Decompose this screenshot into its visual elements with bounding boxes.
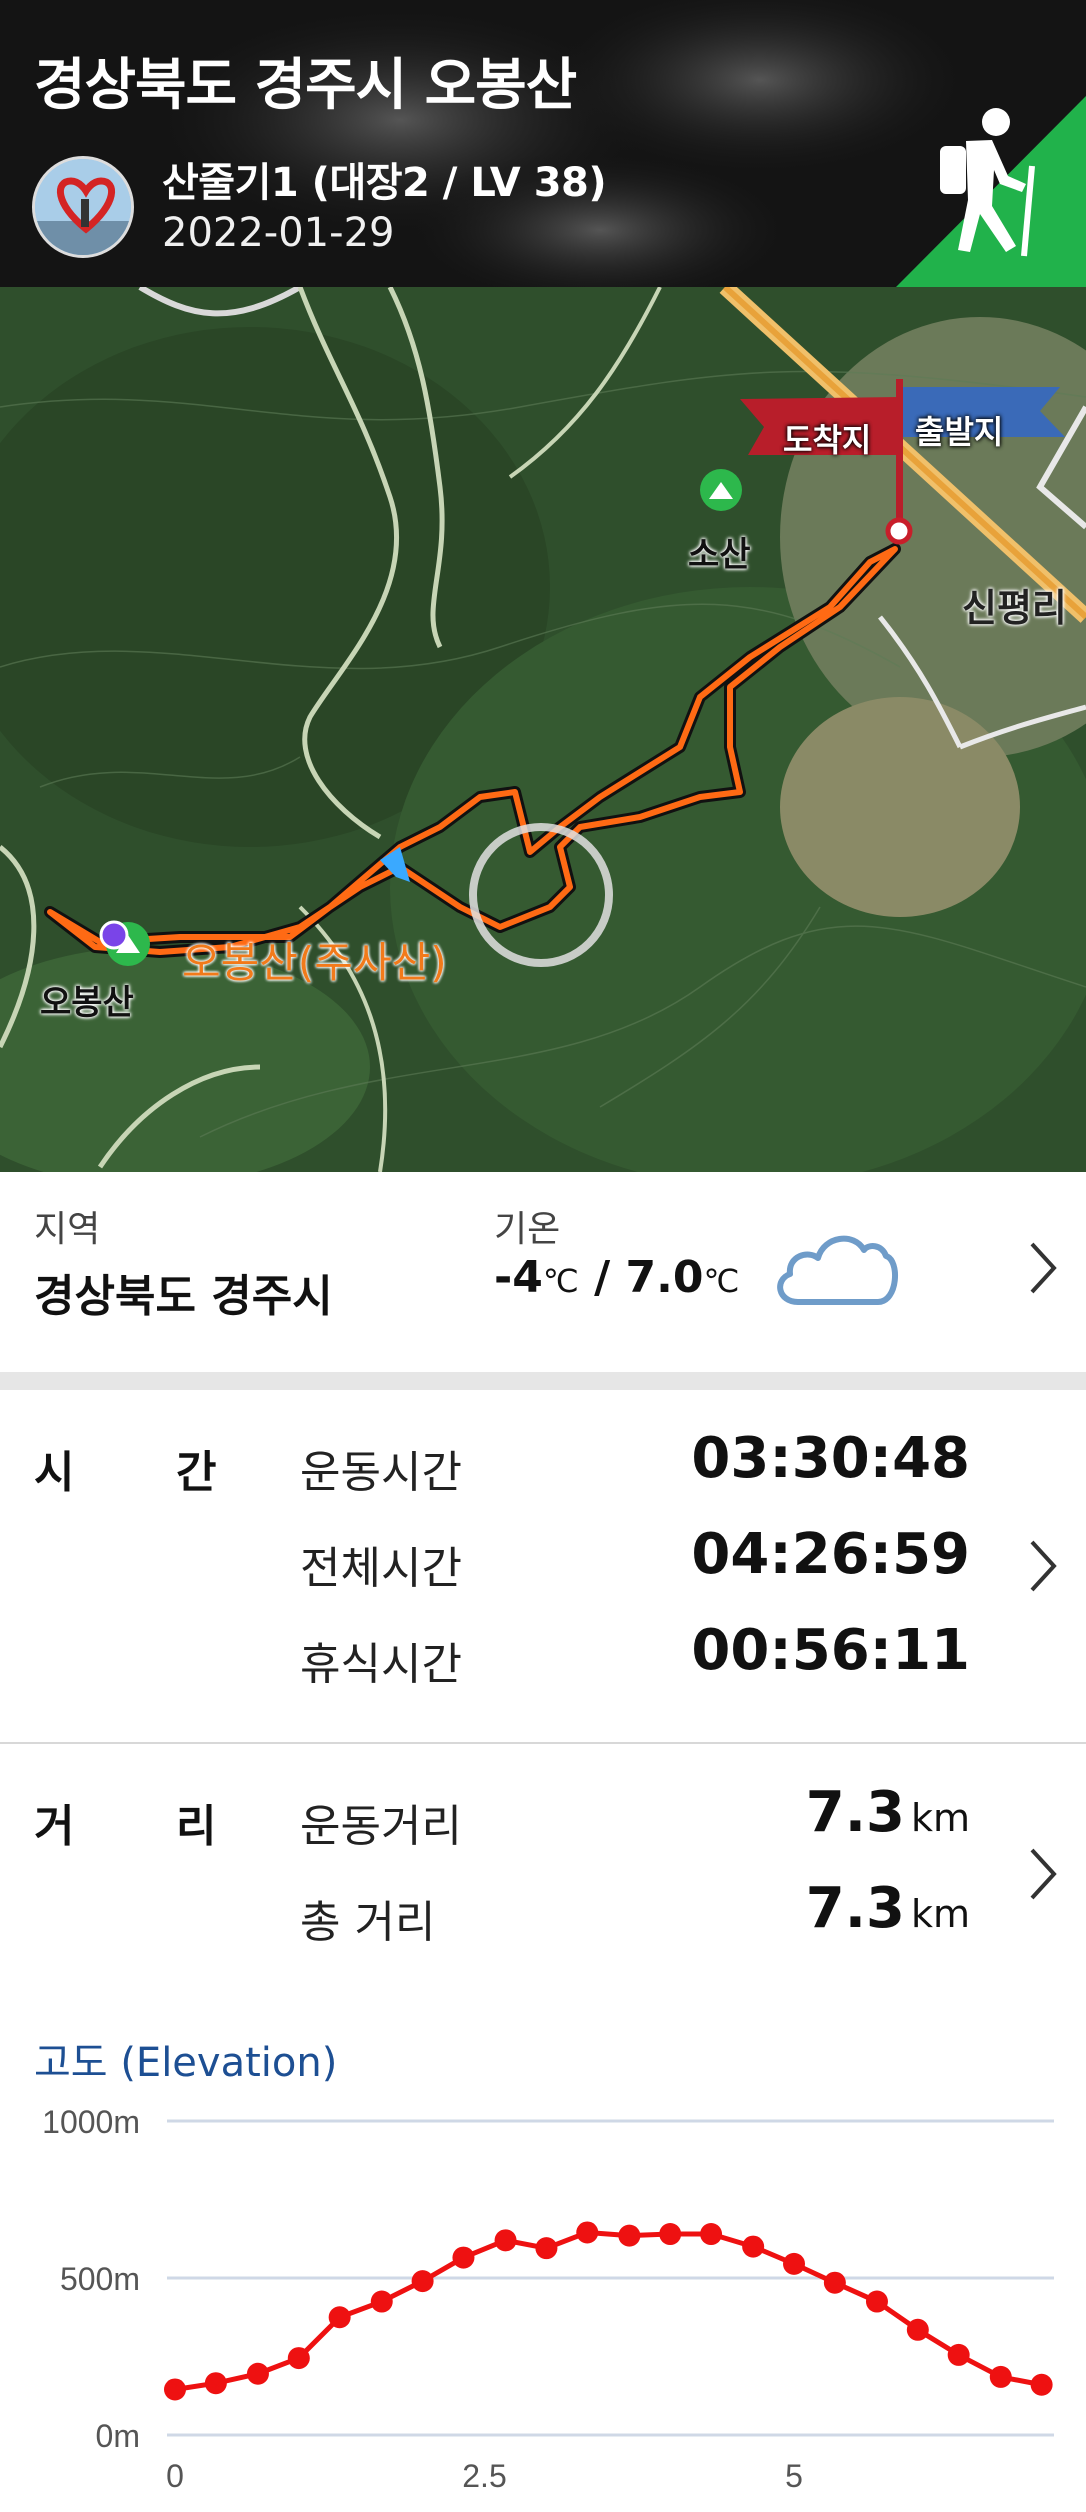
elevation-point <box>947 2343 970 2366</box>
avatar[interactable] <box>32 156 134 258</box>
place-label-sosan: 소산 <box>688 535 751 575</box>
place-label-obongsan: 오봉산 <box>40 983 134 1023</box>
x-tick-label: 5 <box>785 2458 803 2494</box>
elevation-title: 고도 (Elevation) <box>34 2040 338 2086</box>
exercise-time-label: 운동시간 <box>300 1447 462 1498</box>
start-flag-label: 출발지 <box>915 413 1004 451</box>
chevron-right-icon[interactable] <box>1022 1536 1062 1596</box>
elevation-point <box>370 2290 393 2313</box>
temperature-high: 7.0 <box>625 1252 704 1303</box>
place-label-sinpyeong: 신평리 <box>962 586 1067 630</box>
rest-time-value: 00:56:11 <box>691 1618 970 1683</box>
elevation-point <box>246 2362 269 2385</box>
temperature-label: 기온 <box>494 1209 561 1250</box>
elevation-point <box>452 2246 475 2269</box>
time-heading-1: 시 <box>34 1447 75 1498</box>
elevation-point <box>494 2229 517 2252</box>
region-value: 경상북도 경주시 <box>34 1271 333 1322</box>
elevation-point <box>783 2252 806 2275</box>
page-title: 경상북도 경주시 오봉산 <box>34 53 577 118</box>
exercise-time-value: 03:30:48 <box>691 1426 970 1491</box>
x-tick-label: 2.5 <box>462 2458 506 2494</box>
total-distance-unit: km <box>910 1892 970 1936</box>
distance-section[interactable]: 거 리 운동거리 7.3 km 총 거리 7.3 km <box>0 1744 1086 2014</box>
chevron-right-icon[interactable] <box>1022 1238 1062 1298</box>
region-label: 지역 <box>34 1209 101 1250</box>
elevation-point <box>576 2221 599 2244</box>
section-divider <box>0 1372 1086 1390</box>
user-name[interactable]: 산줄기1 (대장2 / LV 38) <box>162 150 607 208</box>
elevation-point <box>1030 2373 1053 2396</box>
distance-heading-1: 거 <box>34 1801 75 1852</box>
total-time-label: 전체시간 <box>300 1543 462 1594</box>
temperature-value: -4℃ / 7.0℃ <box>494 1252 740 1303</box>
elevation-point <box>823 2271 846 2294</box>
y-tick-label: 500m <box>60 2261 140 2297</box>
temperature-unit-high: ℃ <box>703 1262 740 1300</box>
chevron-right-icon[interactable] <box>1022 1844 1062 1904</box>
exercise-distance-label: 운동거리 <box>300 1801 462 1852</box>
route-map[interactable]: 도착지 출발지 소산 신평리 오봉산 오봉산(주사산) <box>0 287 1086 1172</box>
elevation-point <box>204 2372 227 2395</box>
exercise-distance-value: 7.3 km <box>806 1780 970 1845</box>
total-distance-number: 7.3 <box>805 1876 905 1941</box>
elevation-point <box>411 2270 434 2293</box>
hike-header: 경상북도 경주시 오봉산 산줄기1 (대장2 / LV 38) 2022-01-… <box>0 0 1086 287</box>
total-distance-label: 총 거리 <box>300 1897 436 1948</box>
elevation-point <box>989 2365 1012 2388</box>
total-distance-value: 7.3 km <box>806 1876 970 1941</box>
elevation-point <box>535 2237 558 2260</box>
total-time-value: 04:26:59 <box>691 1522 970 1587</box>
x-tick-label: 0 <box>166 2458 184 2494</box>
temperature-unit-low: ℃ <box>542 1262 579 1300</box>
exercise-distance-number: 7.3 <box>805 1780 905 1845</box>
elevation-point <box>700 2223 723 2246</box>
exercise-distance-unit: km <box>910 1796 970 1840</box>
route-peak-label: 오봉산(주사산) <box>182 938 447 987</box>
elevation-point <box>618 2224 641 2247</box>
elevation-point <box>328 2306 351 2329</box>
weather-region-row[interactable]: 지역 경상북도 경주시 기온 -4℃ / 7.0℃ <box>0 1172 1086 1372</box>
elevation-chart: 0m 500m 1000m 0 2.5 5 <box>42 2104 1054 2494</box>
hiker-icon <box>896 96 1086 287</box>
elevation-point <box>742 2235 765 2258</box>
y-tick-label: 1000m <box>42 2104 140 2140</box>
rest-time-label: 휴식시간 <box>300 1639 462 1690</box>
elevation-point <box>659 2223 682 2246</box>
elevation-point <box>287 2347 310 2370</box>
y-tick-label: 0m <box>96 2418 140 2454</box>
time-section[interactable]: 시 간 운동시간 03:30:48 전체시간 04:26:59 휴식시간 00:… <box>0 1390 1086 1742</box>
cloud-icon <box>777 1235 899 1305</box>
elevation-point <box>164 2378 186 2401</box>
arrival-flag-label: 도착지 <box>783 421 872 459</box>
hike-date: 2022-01-29 <box>162 210 395 256</box>
elevation-point <box>865 2290 888 2313</box>
time-heading-2: 간 <box>176 1447 217 1498</box>
temperature-low: -4 <box>494 1252 543 1303</box>
distance-heading-2: 리 <box>176 1801 217 1852</box>
elevation-point <box>906 2318 929 2341</box>
